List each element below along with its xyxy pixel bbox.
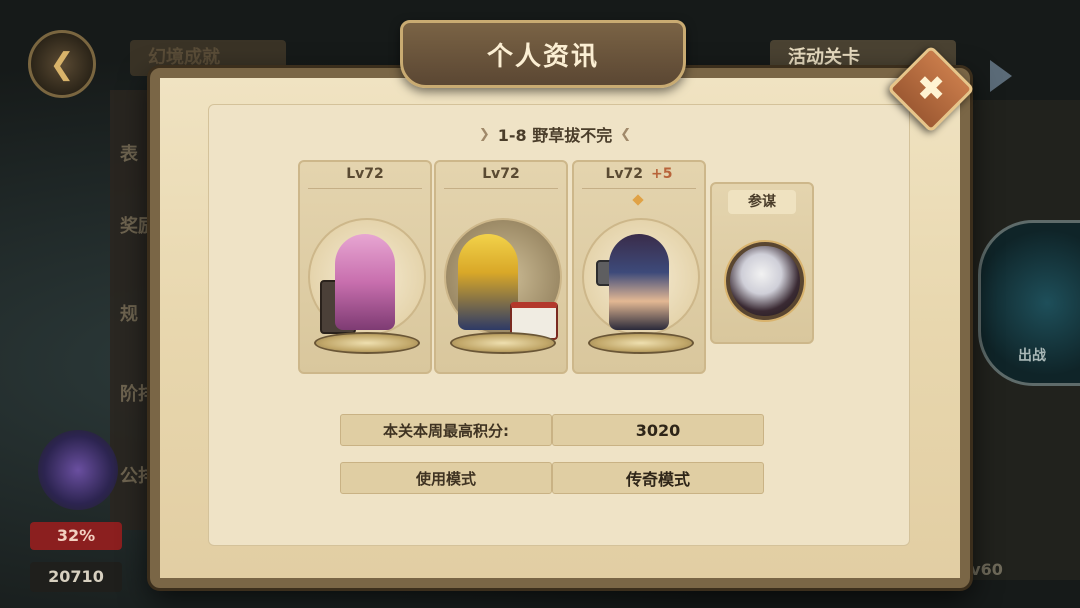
hero-card-1[interactable]: Lv72: [298, 160, 432, 374]
mode-value: 传奇模式: [552, 462, 764, 494]
hero-card-3[interactable]: Lv72 +5: [572, 160, 706, 374]
battle-button-label: 出战: [1018, 348, 1046, 364]
hero-level: Lv72 +5: [605, 166, 673, 182]
progress-percent: 32%: [30, 522, 122, 550]
hero-level: Lv72: [346, 166, 384, 182]
hero-pedestal: [450, 332, 556, 354]
hero-pedestal: [588, 332, 694, 354]
guild-emblem-icon: [38, 430, 118, 510]
stage-label: ❯ 1-8 野草拔不完 ❮: [470, 120, 640, 148]
best-score-value: 3020: [552, 414, 764, 446]
left-arrow-deco-icon: ❯: [478, 126, 490, 142]
divider: [308, 188, 422, 189]
next-arrow-icon[interactable]: [990, 60, 1012, 92]
hero-sprite: [335, 234, 395, 330]
right-arrow-deco-icon: ❮: [620, 126, 632, 142]
advisor-card[interactable]: 参谋: [710, 182, 814, 344]
back-arrow-icon[interactable]: ❮: [28, 30, 96, 98]
hero-sprite: [458, 234, 518, 330]
advisor-label: 参谋: [728, 190, 796, 214]
divider: [444, 188, 558, 189]
dialog-title-plate: 个人资讯: [400, 20, 686, 88]
star-diamond-icon: [632, 194, 644, 206]
dialog-title: 个人资讯: [486, 41, 599, 72]
total-score: 20710: [30, 562, 122, 592]
menu-item-1[interactable]: 表: [120, 140, 138, 166]
divider: [582, 188, 696, 189]
hero-sprite: [609, 234, 669, 330]
best-score-label: 本关本周最高积分:: [340, 414, 552, 446]
menu-item-rules[interactable]: 规: [120, 300, 138, 326]
hero-card-2[interactable]: Lv72: [434, 160, 568, 374]
mode-label: 使用模式: [340, 462, 552, 494]
stage-name: 1-8 野草拔不完: [497, 126, 613, 145]
close-icon: ✖: [916, 69, 946, 109]
hero-level: Lv72: [482, 166, 520, 182]
hero-pedestal: [314, 332, 420, 354]
advisor-portrait: [726, 242, 804, 320]
